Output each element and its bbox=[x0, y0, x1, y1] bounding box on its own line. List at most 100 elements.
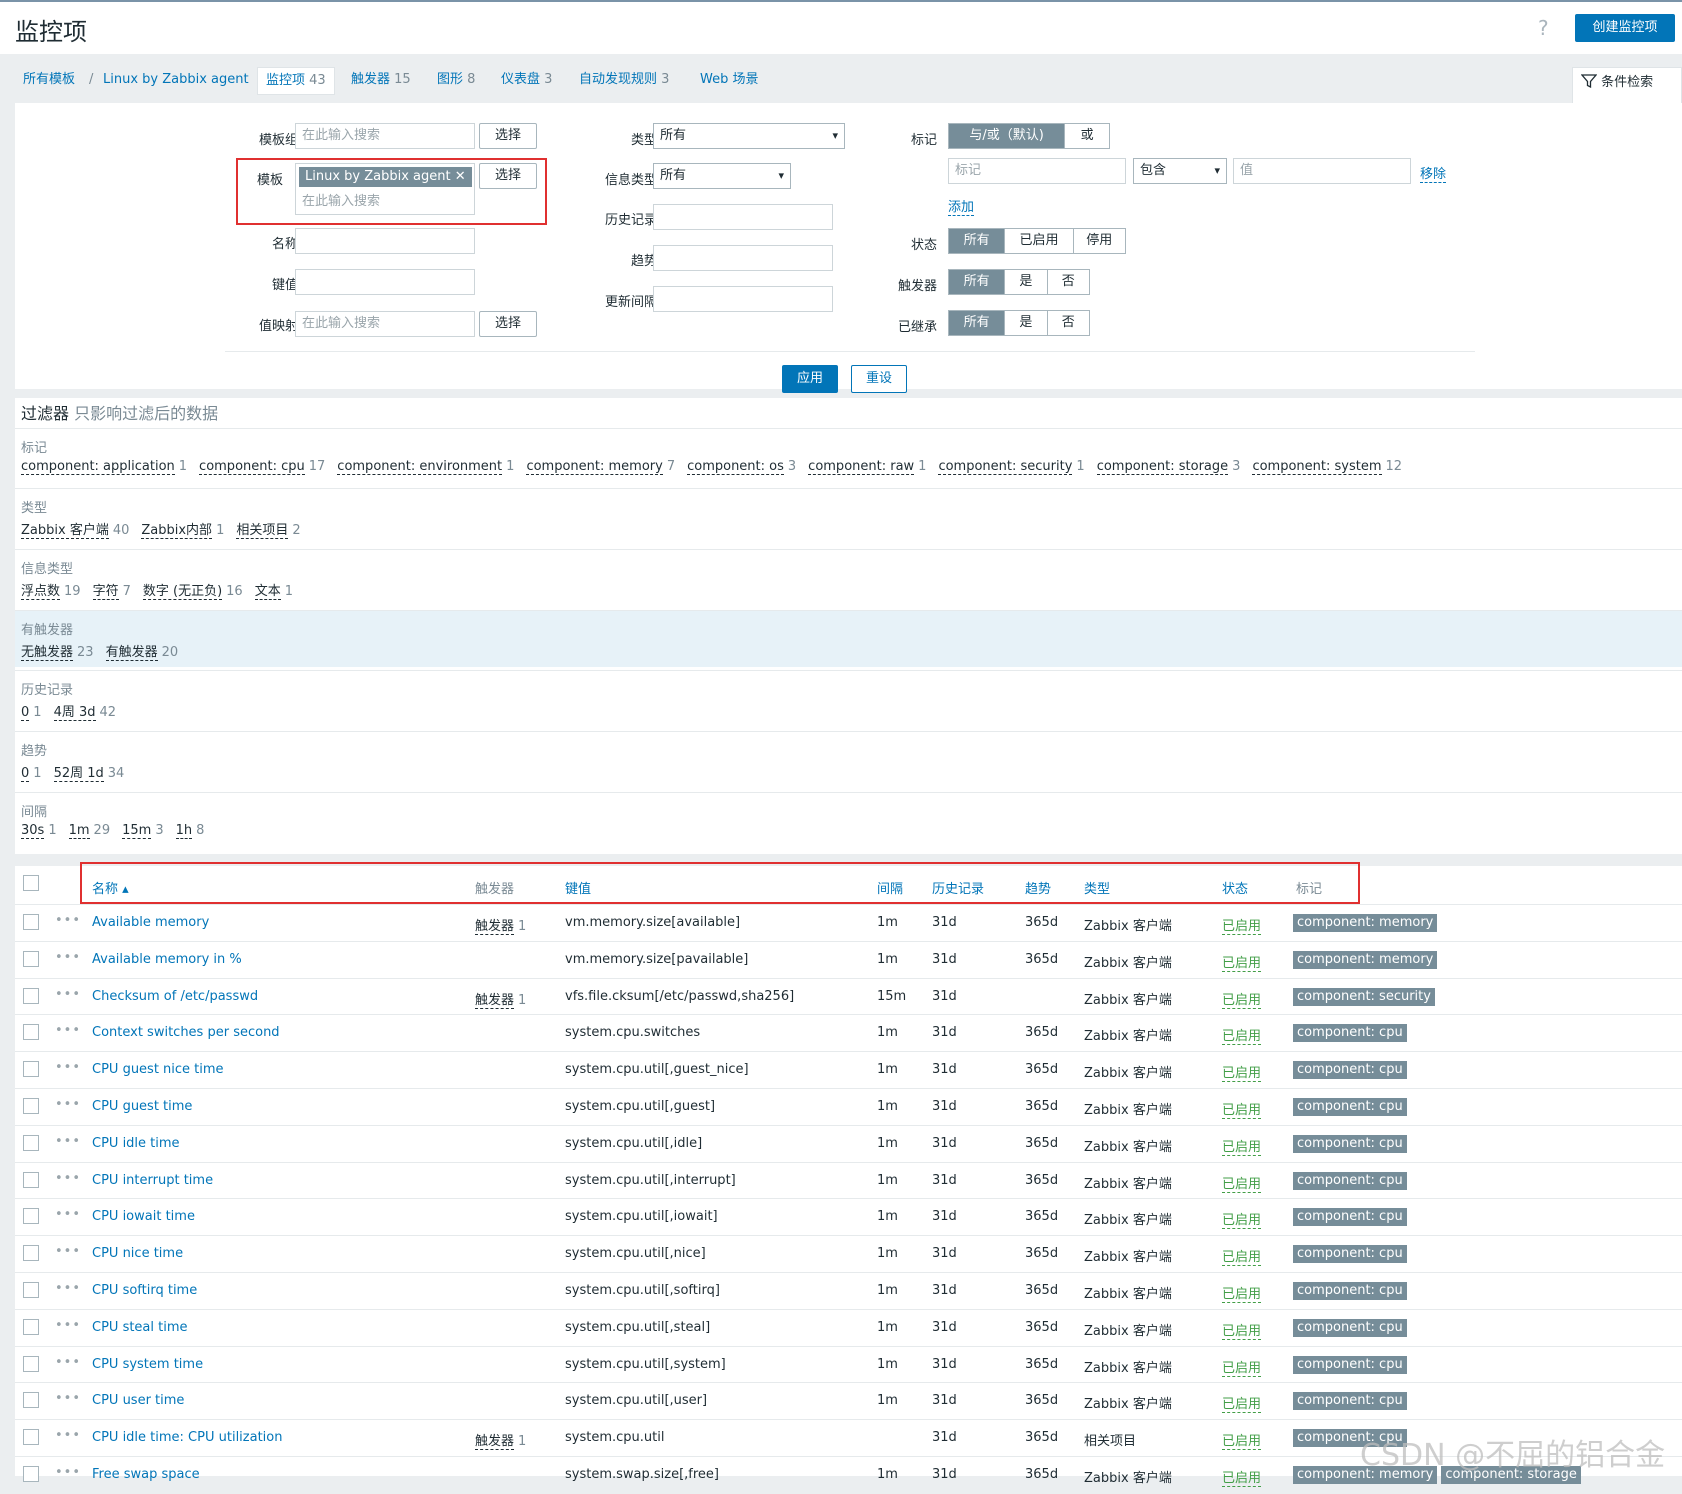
tag-name-input[interactable]: 标记 bbox=[948, 158, 1126, 184]
tab-web[interactable]: Web 场景 bbox=[700, 67, 758, 93]
history-input[interactable] bbox=[653, 204, 833, 230]
subfilter-item[interactable]: 字符 7 bbox=[92, 584, 131, 600]
inherited-toggle[interactable]: 所有 是 否 bbox=[948, 310, 1090, 336]
row-checkbox[interactable] bbox=[23, 1024, 39, 1041]
row-checkbox[interactable] bbox=[23, 914, 39, 930]
item-name-link[interactable]: CPU idle time: CPU utilization bbox=[92, 1430, 282, 1445]
row-menu-icon[interactable]: ••• bbox=[55, 1097, 81, 1112]
tab-discovery[interactable]: 自动发现规则 3 bbox=[579, 67, 669, 93]
item-name-link[interactable]: CPU iowait time bbox=[92, 1209, 195, 1224]
item-name-link[interactable]: CPU nice time bbox=[92, 1246, 183, 1261]
state-disabled[interactable]: 停用 bbox=[1074, 229, 1125, 253]
state-all[interactable]: 所有 bbox=[949, 229, 1006, 253]
tab-graphs[interactable]: 图形 8 bbox=[437, 67, 475, 93]
row-checkbox[interactable] bbox=[23, 1282, 39, 1298]
item-status[interactable]: 已启用 bbox=[1222, 1099, 1262, 1119]
item-name-link[interactable]: Checksum of /etc/passwd bbox=[92, 989, 258, 1004]
subfilter-item[interactable]: component: raw 1 bbox=[808, 459, 926, 475]
type-select[interactable]: 所有 ▾ bbox=[653, 123, 845, 149]
item-status[interactable]: 已启用 bbox=[1222, 1062, 1262, 1083]
template-group-input[interactable]: 在此输入搜索 bbox=[295, 123, 475, 149]
row-checkbox[interactable] bbox=[23, 1318, 39, 1335]
tab-dashboards[interactable]: 仪表盘 3 bbox=[501, 67, 552, 93]
row-menu-icon[interactable]: ••• bbox=[55, 1134, 81, 1149]
tags-evaltype-toggle[interactable]: 与/或（默认) 或 bbox=[948, 123, 1110, 149]
row-menu-icon[interactable]: ••• bbox=[55, 1060, 81, 1075]
state-toggle[interactable]: 所有 已启用 停用 bbox=[948, 228, 1126, 254]
item-status[interactable]: 已启用 bbox=[1222, 1430, 1262, 1451]
valuemap-input[interactable]: 在此输入搜索 bbox=[295, 311, 475, 337]
row-menu-icon[interactable]: ••• bbox=[55, 1355, 81, 1370]
with-triggers-yes[interactable]: 是 bbox=[1005, 270, 1048, 294]
subfilter-item[interactable]: 15m 3 bbox=[122, 823, 164, 839]
tags-and-option[interactable]: 与/或（默认) bbox=[949, 124, 1066, 148]
subfilter-item[interactable]: component: os 3 bbox=[687, 459, 796, 475]
item-name-link[interactable]: Context switches per second bbox=[92, 1025, 280, 1040]
inherited-yes[interactable]: 是 bbox=[1005, 311, 1048, 335]
subfilter-item[interactable]: Zabbix 客户端 40 bbox=[21, 523, 129, 539]
item-name-link[interactable]: Free swap space bbox=[92, 1467, 200, 1482]
with-triggers-toggle[interactable]: 所有 是 否 bbox=[948, 269, 1090, 295]
item-name-link[interactable]: CPU guest time bbox=[92, 1099, 192, 1114]
item-status[interactable]: 已启用 bbox=[1222, 915, 1262, 935]
item-name-link[interactable]: CPU softirq time bbox=[92, 1283, 197, 1298]
row-menu-icon[interactable]: ••• bbox=[55, 1281, 81, 1296]
row-menu-icon[interactable]: ••• bbox=[55, 1391, 81, 1406]
row-menu-icon[interactable]: ••• bbox=[55, 1207, 81, 1222]
row-checkbox[interactable] bbox=[23, 950, 39, 967]
item-status[interactable]: 已启用 bbox=[1222, 1025, 1262, 1046]
row-checkbox[interactable] bbox=[23, 1171, 39, 1188]
subfilter-item[interactable]: 1m 29 bbox=[68, 823, 110, 839]
tag-operator-select[interactable]: 包含 ▾ bbox=[1133, 158, 1227, 184]
subfilter-item[interactable]: 有触发器 20 bbox=[105, 645, 178, 661]
template-group-select-button[interactable]: 选择 bbox=[479, 123, 537, 149]
subfilter-item[interactable]: 文本 1 bbox=[254, 584, 293, 600]
trends-input[interactable] bbox=[653, 245, 833, 271]
row-checkbox[interactable] bbox=[23, 1061, 39, 1078]
valuemap-select-button[interactable]: 选择 bbox=[479, 311, 537, 337]
item-status[interactable]: 已启用 bbox=[1222, 952, 1262, 972]
with-triggers-no[interactable]: 否 bbox=[1048, 270, 1089, 294]
name-input[interactable] bbox=[295, 228, 475, 254]
subfilter-item[interactable]: 数字 (无正负) 16 bbox=[142, 584, 243, 600]
item-name-link[interactable]: Available memory bbox=[92, 915, 209, 930]
row-checkbox[interactable] bbox=[23, 1245, 39, 1262]
item-name-link[interactable]: CPU interrupt time bbox=[92, 1173, 213, 1188]
row-menu-icon[interactable]: ••• bbox=[55, 1023, 81, 1038]
row-menu-icon[interactable]: ••• bbox=[55, 950, 81, 965]
info-type-select[interactable]: 所有 ▾ bbox=[653, 163, 791, 189]
row-checkbox[interactable] bbox=[23, 1392, 39, 1409]
subfilter-item[interactable]: 1h 8 bbox=[175, 823, 204, 839]
inherited-all[interactable]: 所有 bbox=[949, 311, 1006, 335]
row-checkbox[interactable] bbox=[23, 987, 39, 1004]
row-menu-icon[interactable]: ••• bbox=[55, 1318, 81, 1333]
item-triggers[interactable]: 触发器 1 bbox=[475, 915, 526, 935]
row-checkbox[interactable] bbox=[23, 1208, 39, 1225]
breadcrumb-template[interactable]: Linux by Zabbix agent bbox=[103, 67, 249, 93]
select-all-checkbox[interactable] bbox=[23, 875, 39, 891]
subfilter-item[interactable]: component: application 1 bbox=[21, 459, 187, 475]
item-name-link[interactable]: CPU idle time bbox=[92, 1136, 180, 1151]
subfilter-item[interactable]: component: memory 7 bbox=[526, 459, 675, 475]
item-triggers-link[interactable]: 触发器 bbox=[475, 919, 515, 935]
row-menu-icon[interactable]: ••• bbox=[55, 1465, 81, 1480]
item-name-link[interactable]: CPU steal time bbox=[92, 1320, 188, 1335]
item-triggers[interactable]: 触发器 1 bbox=[475, 989, 526, 1009]
row-menu-icon[interactable]: ••• bbox=[55, 1244, 81, 1259]
subfilter-item[interactable]: 相关项目 2 bbox=[236, 523, 301, 539]
subfilter-item[interactable]: component: system 12 bbox=[1252, 459, 1402, 475]
item-status[interactable]: 已启用 bbox=[1222, 1283, 1262, 1303]
apply-button[interactable]: 应用 bbox=[782, 365, 838, 393]
subfilter-item[interactable]: component: security 1 bbox=[938, 459, 1085, 475]
row-checkbox[interactable] bbox=[23, 1134, 39, 1151]
subfilter-item[interactable]: 01 bbox=[21, 705, 42, 721]
item-status[interactable]: 已启用 bbox=[1222, 1357, 1262, 1377]
item-status[interactable]: 已启用 bbox=[1222, 1173, 1262, 1193]
item-status[interactable]: 已启用 bbox=[1222, 1136, 1262, 1156]
item-name-link[interactable]: Available memory in % bbox=[92, 952, 242, 967]
item-status[interactable]: 已启用 bbox=[1222, 989, 1262, 1009]
item-name-link[interactable]: CPU system time bbox=[92, 1357, 203, 1372]
item-name-link[interactable]: CPU user time bbox=[92, 1393, 184, 1408]
tags-or-option[interactable]: 或 bbox=[1065, 124, 1109, 148]
key-input[interactable] bbox=[295, 269, 475, 295]
